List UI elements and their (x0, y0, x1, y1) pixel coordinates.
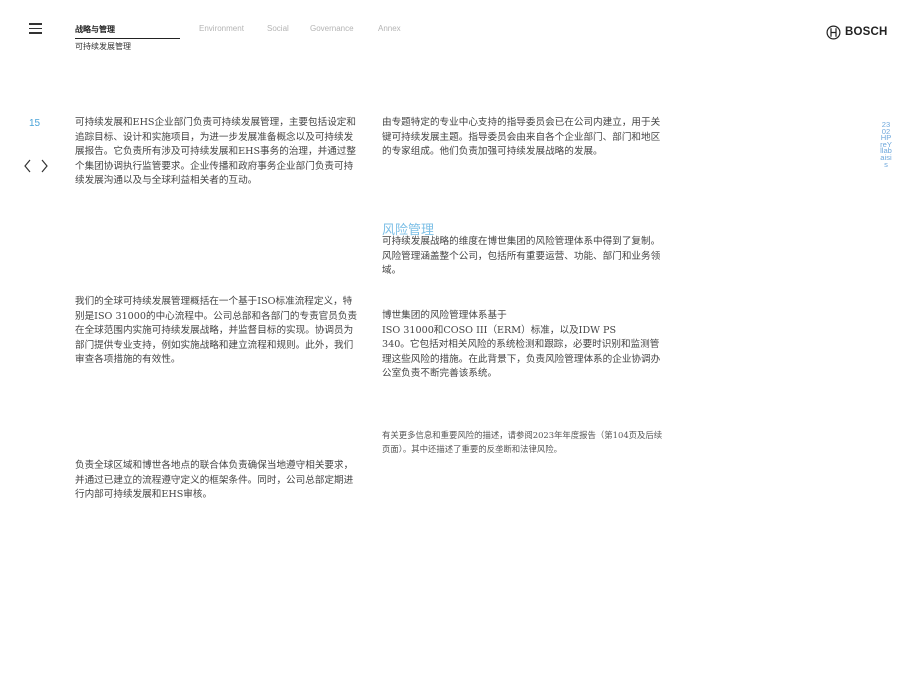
chevron-left-icon[interactable] (22, 158, 34, 174)
paragraph-sustainability-management: 可持续发展和EHS企业部门负责可持续发展管理，主要包括设定和追踪目标、设计和实施… (75, 117, 356, 187)
paragraph-steering-committee: 由专题特定的专业中心支持的指导委员会已在公司内建立，用于关键可持续发展主题。指导… (382, 117, 661, 158)
paragraph-risk-dimension: 可持续发展战略的维度在博世集团的风险管理体系中得到了复制。风险管理涵盖整个公司，… (382, 236, 661, 277)
tab-environment[interactable]: Environment (199, 24, 244, 33)
annual-report-note: 有关更多信息和重要风险的描述，请参阅2023年年度报告（第104页及后续页面）。… (382, 430, 663, 454)
tab-annex[interactable]: Annex (378, 24, 401, 33)
paragraph-regional-compliance: 负责全球区域和博世各地点的联合体负责确保当地遵守相关要求，并通过已建立的流程遵守… (75, 460, 354, 501)
menu-icon[interactable] (29, 23, 42, 34)
nav-sub-section: 可持续发展管理 (75, 42, 131, 51)
tab-governance[interactable]: Governance (310, 24, 354, 33)
risk-system-line-1: 博世集团的风险管理体系基于 (382, 310, 507, 321)
tab-social[interactable]: Social (267, 24, 289, 33)
side-vertical-tag: 2302HPreYllabaisis (880, 120, 892, 169)
paragraph-risk-system: 博世集团的风险管理体系基于 ISO 31000和COSO III（ERM）标准，… (382, 309, 665, 382)
brand-name: BOSCH (845, 26, 888, 38)
risk-system-line-2: ISO 31000和COSO III（ERM）标准，以及IDW PS (382, 324, 617, 336)
paragraph-global-process: 我们的全球可持续发展管理概括在一个基于ISO标准流程定义，特别是ISO 3100… (75, 296, 358, 366)
bosch-logo: BOSCH (826, 24, 888, 40)
page-number: 15 (29, 118, 41, 129)
bosch-logo-icon (826, 24, 841, 40)
risk-system-rest: 340。它包括对相关风险的系统检测和跟踪，必要时识别和监测管理这些风险的措施。在… (382, 339, 661, 380)
nav-active-section[interactable]: 战略与管理 (75, 24, 180, 39)
chevron-right-icon[interactable] (38, 158, 50, 174)
